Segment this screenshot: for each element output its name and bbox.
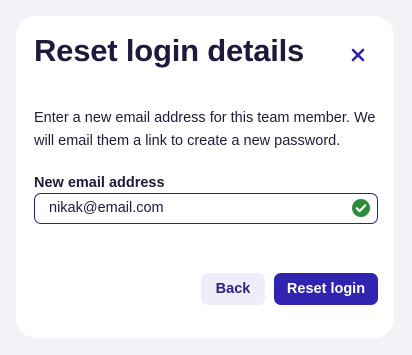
modal-description: Enter a new email address for this team … (34, 110, 376, 149)
back-button[interactable]: Back (201, 273, 265, 305)
reset-login-modal: Reset login details Enter a new email ad… (16, 16, 394, 338)
email-field-label: New email address (34, 175, 165, 191)
close-icon (351, 48, 365, 62)
modal-title: Reset login details (34, 33, 305, 68)
email-input[interactable] (49, 194, 339, 222)
close-button[interactable] (346, 43, 370, 67)
check-circle-icon (352, 199, 370, 217)
email-field[interactable] (34, 193, 378, 224)
reset-login-button[interactable]: Reset login (274, 273, 378, 305)
